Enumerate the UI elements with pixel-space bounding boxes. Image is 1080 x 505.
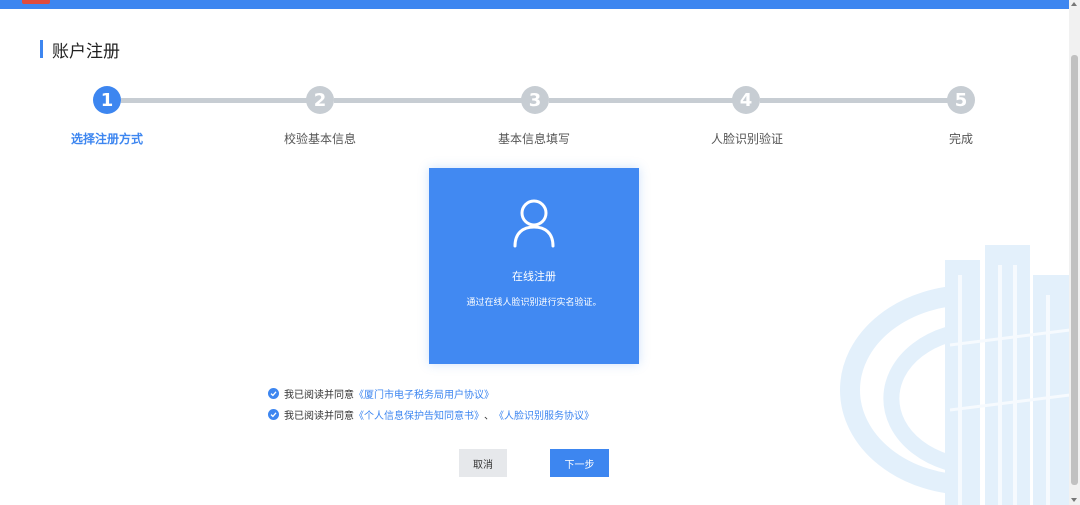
step-4-label: 人脸识别验证 <box>710 132 784 146</box>
step-4-indicator: 4 <box>732 86 760 114</box>
scroll-up-arrow-icon[interactable] <box>1071 2 1077 6</box>
scroll-thumb[interactable] <box>1071 55 1078 485</box>
step-connector <box>760 98 948 103</box>
vertical-scrollbar[interactable] <box>1069 0 1080 505</box>
step-1-indicator: 1 <box>93 86 121 114</box>
face-recognition-agreement-link[interactable]: 《人脸识别服务协议》 <box>494 407 594 422</box>
agreement-2-checkbox[interactable] <box>268 408 279 420</box>
online-registration-card[interactable]: 在线注册 通过在线人脸识别进行实名验证。 <box>429 168 639 364</box>
step-connector <box>334 98 522 103</box>
step-2-label: 校验基本信息 <box>283 132 357 146</box>
card-description: 通过在线人脸识别进行实名验证。 <box>466 298 602 308</box>
agreement-1-checkbox[interactable] <box>268 387 279 399</box>
step-3-label: 基本信息填写 <box>497 132 571 146</box>
next-step-button[interactable]: 下一步 <box>550 449 609 477</box>
page-title-text: 账户注册 <box>52 41 120 62</box>
step-5-indicator: 5 <box>947 86 975 114</box>
card-title: 在线注册 <box>512 270 556 283</box>
step-1-label: 选择注册方式 <box>70 132 144 146</box>
agreement-1-text: 我已阅读并同意 <box>284 389 354 401</box>
agreement-separator: 、 <box>484 410 494 422</box>
step-3-indicator: 3 <box>521 86 549 114</box>
scroll-down-arrow-icon[interactable] <box>1071 498 1077 502</box>
check-icon <box>270 411 277 417</box>
tax-emblem-watermark <box>840 245 1070 505</box>
top-header-bar <box>0 0 1080 9</box>
logo <box>22 0 50 4</box>
title-accent-bar <box>40 40 43 58</box>
page-title: 账户注册 <box>40 38 120 62</box>
user-agreement-link[interactable]: 《厦门市电子税务局用户协议》 <box>354 386 494 401</box>
step-connector <box>121 98 307 103</box>
cancel-button[interactable]: 取消 <box>459 449 507 477</box>
user-icon <box>513 199 555 248</box>
agreement-row-2: 我已阅读并同意 《个人信息保护告知同意书》 、 《人脸识别服务协议》 <box>268 406 594 422</box>
step-2-indicator: 2 <box>306 86 334 114</box>
privacy-consent-link[interactable]: 《个人信息保护告知同意书》 <box>354 407 484 422</box>
agreement-row-1: 我已阅读并同意 《厦门市电子税务局用户协议》 <box>268 385 494 401</box>
step-5-label: 完成 <box>948 132 974 146</box>
check-icon <box>270 390 277 396</box>
agreement-2-text: 我已阅读并同意 <box>284 410 354 422</box>
step-connector <box>549 98 733 103</box>
